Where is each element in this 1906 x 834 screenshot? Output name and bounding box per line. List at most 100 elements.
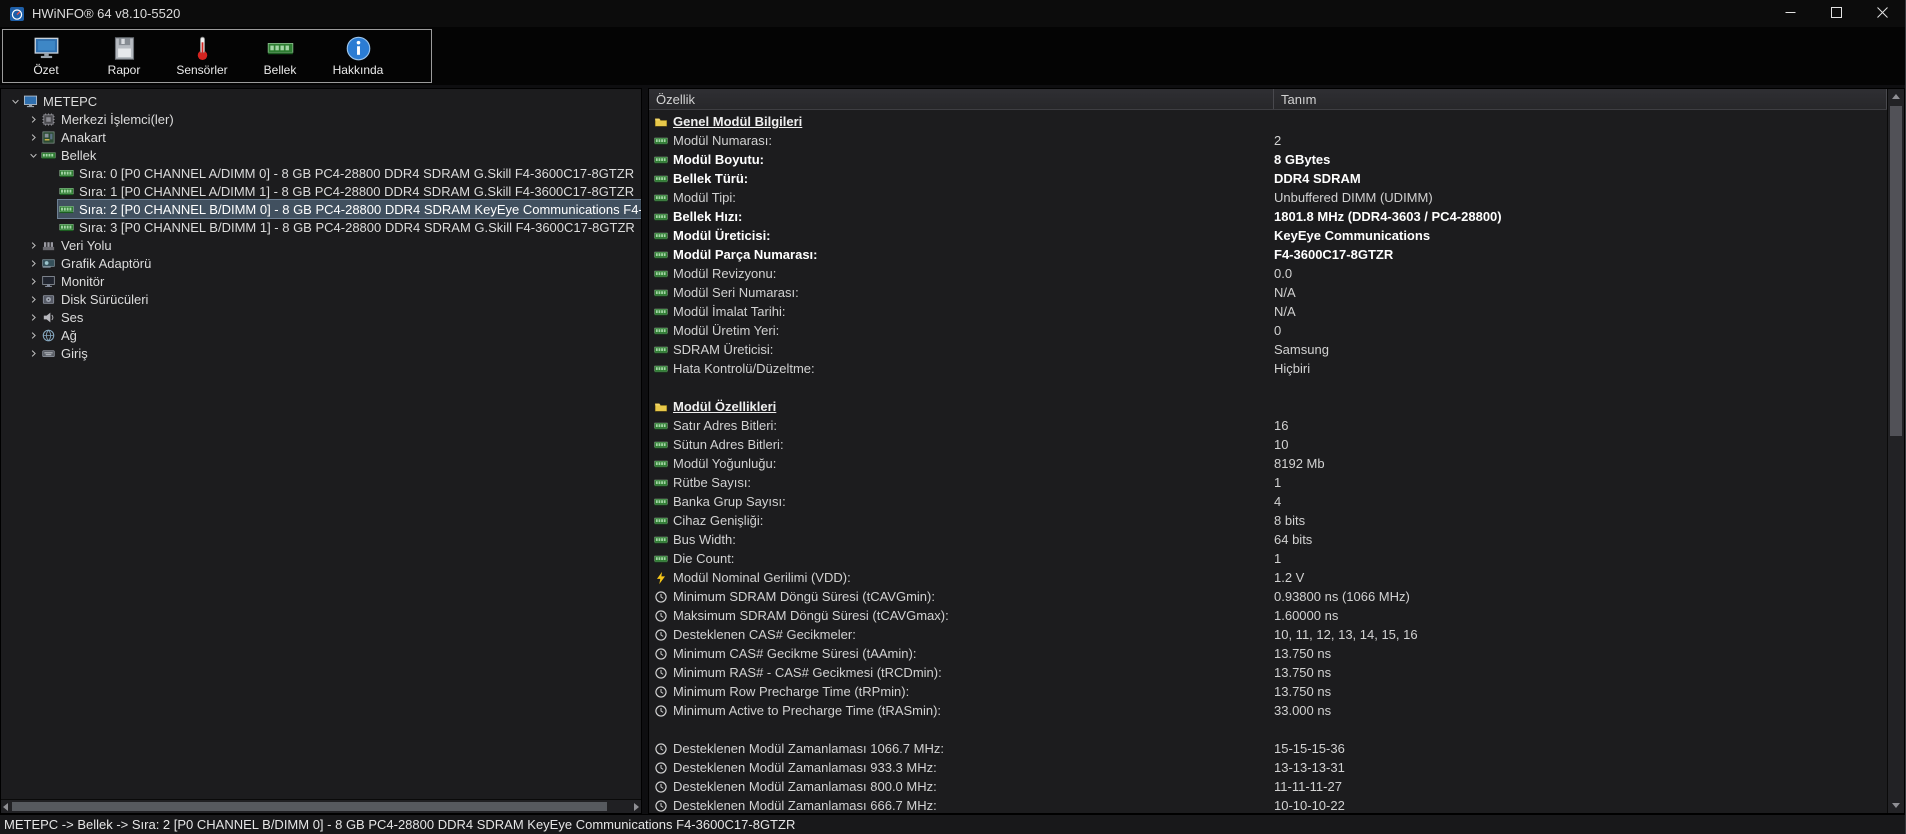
tree-item-gpu-9[interactable]: Grafik Adaptörü [1,254,641,272]
property-row[interactable]: Bellek Türü: DDR4 SDRAM [649,169,1887,188]
property-row[interactable]: Desteklenen Modül Zamanlaması 800.0 MHz:… [649,777,1887,796]
value-label: 64 bits [1274,532,1313,547]
property-row[interactable]: Cihaz Genişliği: 8 bits [649,511,1887,530]
property-row[interactable]: Desteklenen Modül Zamanlaması 1066.7 MHz… [649,739,1887,758]
toolbar-button-label: Bellek [263,63,297,77]
horizontal-scroll-thumb[interactable] [12,802,608,811]
column-header-value[interactable]: Tanım [1274,89,1887,109]
property-row[interactable]: Modül Üreticisi: KeyEye Communications [649,226,1887,245]
minimize-button[interactable] [1767,0,1813,27]
tree-item-input-14[interactable]: Giriş [1,344,641,362]
toolbar-button-summary[interactable]: Özet [7,35,85,77]
property-row[interactable]: Minimum RAS# - CAS# Gecikmesi (tRCDmin):… [649,663,1887,682]
tree-item-cpu-1[interactable]: Merkezi İşlemci(ler) [1,110,641,128]
property-label: Sütun Adres Bitleri: [673,437,784,452]
property-row[interactable]: Desteklenen CAS# Gecikmeler: 10, 11, 12, … [649,625,1887,644]
dimm-icon [654,343,668,357]
property-row[interactable]: Modül Tipi: Unbuffered DIMM (UDIMM) [649,188,1887,207]
tree-item-audio-12[interactable]: Ses [1,308,641,326]
vertical-scroll-thumb[interactable] [1890,106,1902,436]
property-row[interactable]: Bus Width: 64 bits [649,530,1887,549]
chevron-right-icon[interactable] [26,294,40,305]
value-label: Hiçbiri [1274,361,1311,376]
chevron-right-icon[interactable] [26,240,40,251]
dimm-icon [654,229,668,243]
close-icon [1876,5,1888,23]
dimm-icon [59,166,74,181]
window-title: HWiNFO® 64 v8.10-5520 [32,6,181,21]
tree-item-dimm-6[interactable]: Sıra: 2 [P0 CHANNEL B/DIMM 0] - 8 GB PC4… [1,199,641,219]
property-row[interactable]: Sütun Adres Bitleri: 10 [649,435,1887,454]
property-row[interactable]: Minimum Active to Precharge Time (tRASmi… [649,701,1887,720]
tree-item-dimm-4[interactable]: Sıra: 0 [P0 CHANNEL A/DIMM 0] - 8 GB PC4… [1,164,641,182]
property-row[interactable]: Minimum CAS# Gecikme Süresi (tAAmin): 13.… [649,644,1887,663]
property-row[interactable]: Rütbe Sayısı: 1 [649,473,1887,492]
memory-icon [41,148,56,163]
window-controls [1767,0,1905,27]
property-row[interactable]: Bellek Hızı: 1801.8 MHz (DDR4-3603 / PC4-… [649,207,1887,226]
tree-item-dimm-5[interactable]: Sıra: 1 [P0 CHANNEL A/DIMM 1] - 8 GB PC4… [1,182,641,200]
chevron-down-icon[interactable] [8,96,22,107]
property-row[interactable]: Modül Numarası: 2 [649,131,1887,150]
column-header-property[interactable]: Özellik [649,89,1274,109]
toolbar-button-report[interactable]: Rapor [85,35,163,77]
property-row[interactable]: Minimum Row Precharge Time (tRPmin): 13.7… [649,682,1887,701]
tree-item-disk-11[interactable]: Disk Sürücüleri [1,290,641,308]
property-row[interactable]: Satır Adres Bitleri: 16 [649,416,1887,435]
property-row[interactable]: Modül Üretim Yeri: 0 [649,321,1887,340]
property-row[interactable]: Maksimum SDRAM Döngü Süresi (tCAVGmax): 1… [649,606,1887,625]
chevron-right-icon[interactable] [26,114,40,125]
property-row[interactable]: Desteklenen Modül Zamanlaması 666.7 MHz:… [649,796,1887,813]
tree-item-network-13[interactable]: Ağ [1,326,641,344]
scroll-up-arrow-icon[interactable] [1892,94,1900,99]
chevron-down-icon[interactable] [26,150,40,161]
chevron-right-icon[interactable] [26,348,40,359]
scroll-right-arrow-icon[interactable] [634,802,639,811]
toolbar-button-sensors[interactable]: Sensörler [163,35,241,77]
tree-horizontal-scrollbar[interactable] [1,799,641,813]
tree-item-label: Bellek [61,147,97,163]
maximize-button[interactable] [1813,0,1859,27]
tree-item-bus-8[interactable]: Veri Yolu [1,236,641,254]
memory-icon [267,35,294,62]
tree-item-motherboard-2[interactable]: Anakart [1,128,641,146]
property-row[interactable]: Desteklenen Modül Zamanlaması 933.3 MHz:… [649,758,1887,777]
tree-item-dimm-7[interactable]: Sıra: 3 [P0 CHANNEL B/DIMM 1] - 8 GB PC4… [1,218,641,236]
property-row[interactable]: SDRAM Üreticisi: Samsung [649,340,1887,359]
chevron-right-icon[interactable] [26,132,40,143]
toolbar-button-about[interactable]: Hakkında [319,35,397,77]
property-row[interactable]: Modül Boyutu: 8 GBytes [649,150,1887,169]
clock-icon [654,780,668,794]
chevron-right-icon[interactable] [26,258,40,269]
chevron-right-icon[interactable] [26,330,40,341]
horizontal-scroll-track[interactable] [11,802,631,811]
property-row[interactable]: Modül İmalat Tarihi: N/A [649,302,1887,321]
property-row[interactable]: Hata Kontrolü/Düzeltme: Hiçbiri [649,359,1887,378]
section-row[interactable]: Modül Özellikleri [649,397,1887,416]
vertical-scroll-track[interactable] [1888,104,1904,798]
property-row[interactable]: Modül Parça Numarası: F4-3600C17-8GTZR [649,245,1887,264]
tree-item-memory-3[interactable]: Bellek [1,146,641,164]
close-button[interactable] [1859,0,1905,27]
value-label: 33.000 ns [1274,703,1332,718]
toolbar-button-memory[interactable]: Bellek [241,35,319,77]
tree-item-content: Giriş [40,344,92,362]
property-row[interactable]: Minimum SDRAM Döngü Süresi (tCAVGmin): 0.… [649,587,1887,606]
property-row[interactable]: Modül Yoğunluğu: 8192 Mb [649,454,1887,473]
value-label: 11-11-11-27 [1274,779,1342,794]
section-row[interactable]: Genel Modül Bilgileri [649,112,1887,131]
column-headers: Özellik Tanım [649,89,1887,110]
tree-item-monitor-10[interactable]: Monitör [1,272,641,290]
details-vertical-scrollbar[interactable] [1887,89,1904,813]
chevron-right-icon[interactable] [26,312,40,323]
property-row[interactable]: Modül Nominal Gerilimi (VDD): 1.2 V [649,568,1887,587]
scroll-down-arrow-icon[interactable] [1892,803,1900,808]
scroll-left-arrow-icon[interactable] [3,802,8,811]
property-row[interactable]: Banka Grup Sayısı: 4 [649,492,1887,511]
property-row[interactable]: Modül Revizyonu: 0.0 [649,264,1887,283]
folder-icon [654,400,668,414]
property-row[interactable]: Die Count: 1 [649,549,1887,568]
chevron-right-icon[interactable] [26,276,40,287]
tree-item-computer-0[interactable]: METEPC [1,92,641,110]
property-row[interactable]: Modül Seri Numarası: N/A [649,283,1887,302]
